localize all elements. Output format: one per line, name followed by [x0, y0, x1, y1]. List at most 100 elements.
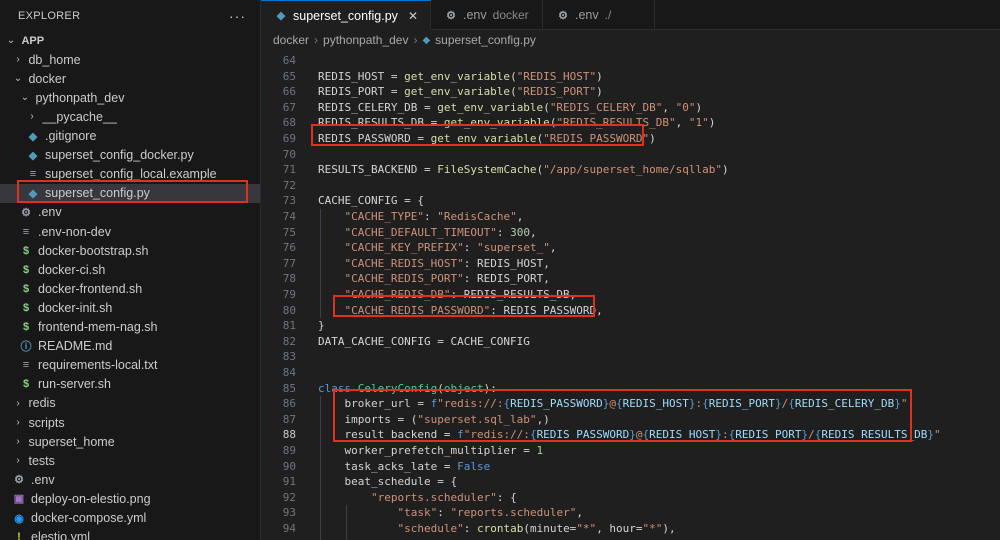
folder-item[interactable]: › redis — [0, 394, 260, 413]
code-text: "task": "reports.scheduler", — [397, 506, 583, 520]
code-line[interactable]: 78 "CACHE_REDIS_PORT": REDIS_PORT, — [261, 271, 1000, 287]
explorer-sidebar: EXPLORER ··· ⌄ APP › db_home ⌄ docker ⌄ pyt… — [0, 0, 261, 540]
code-line[interactable]: 70 — [261, 147, 1000, 163]
code-line[interactable]: 71 RESULTS_BACKEND = FileSystemCache("/ap… — [261, 162, 1000, 178]
line-number: 75 — [282, 225, 296, 239]
tab-superset-config[interactable]: ◆ superset_config.py ✕ — [261, 0, 431, 30]
code-line[interactable]: 77 "CACHE_REDIS_HOST": REDIS_HOST, — [261, 256, 1000, 272]
more-actions-icon[interactable]: ··· — [229, 8, 246, 24]
tree-item-label: frontend-mem-nag.sh — [38, 320, 158, 334]
file-item[interactable]: $ frontend-mem-nag.sh — [0, 318, 260, 337]
breadcrumb-item[interactable]: pythonpath_dev — [323, 33, 408, 47]
tab-description: docker — [492, 8, 529, 22]
folder-item[interactable]: ⌄ docker — [0, 69, 260, 88]
file-item[interactable]: ≡ .env-non-dev — [0, 222, 260, 241]
code-line[interactable]: 91 beat_schedule = { — [261, 474, 1000, 490]
file-item[interactable]: ! elestio.yml — [0, 528, 260, 540]
gear-icon: ⚙ — [558, 9, 568, 22]
code-text: REDIS_CELERY_DB = get_env_variable("REDI… — [318, 100, 703, 114]
tree-item-label: run-server.sh — [38, 377, 111, 392]
file-item[interactable]: ≡ requirements-local.txt — [0, 356, 260, 375]
file-item[interactable]: $ run-server.sh — [0, 375, 260, 394]
line-number: 87 — [282, 412, 296, 426]
folder-item[interactable]: › scripts — [0, 413, 260, 432]
code-line[interactable]: 76 "CACHE_KEY_PREFIX": "superset_", — [261, 240, 1000, 256]
tab-label: superset_config.py — [293, 8, 398, 23]
code-line[interactable]: 66 REDIS_PORT = get_env_variable("REDIS_P… — [261, 84, 1000, 100]
file-item[interactable]: ◆ .gitignore — [0, 127, 260, 146]
line-number: 70 — [282, 147, 296, 161]
line-number: 79 — [282, 288, 296, 301]
code-line[interactable]: 90 task_acks_late = False — [261, 459, 1000, 475]
code-line[interactable]: 95 }, — [261, 537, 1000, 540]
code-line[interactable]: 74 "CACHE_TYPE": "RedisCache", — [261, 209, 1000, 225]
code-text: DATA_CACHE_CONFIG = CACHE_CONFIG — [318, 334, 530, 348]
file-item[interactable]: ⚙ .env — [0, 203, 260, 222]
code-line[interactable]: 69 REDIS_PASSWORD = get_env_variable("RED… — [261, 131, 1000, 147]
code-line[interactable]: 85 class CeleryConfig(object): — [261, 381, 1000, 397]
code-text: }, — [318, 537, 384, 540]
file-item[interactable]: ◆ superset_config_docker.py — [0, 146, 260, 165]
code-line[interactable]: 65 REDIS_HOST = get_env_variable("REDIS_H… — [261, 69, 1000, 85]
tab-env-docker[interactable]: ⚙ .env docker — [431, 0, 543, 30]
file-item[interactable]: ◉ docker-compose.yml — [0, 509, 260, 528]
code-line[interactable]: 94 "schedule": crontab(minute="*", hour=… — [261, 521, 1000, 537]
code-text: "CACHE_REDIS_HOST": REDIS_HOST, — [344, 256, 550, 270]
code-line[interactable]: 84 — [261, 365, 1000, 381]
file-item[interactable]: $ docker-init.sh — [0, 298, 260, 317]
code-line[interactable]: 64 — [261, 53, 1000, 69]
code-line[interactable]: 93 "task": "reports.scheduler", — [261, 505, 1000, 521]
shell-script-icon: $ — [22, 321, 30, 333]
code-text: REDIS_PASSWORD = get_env_variable("REDIS… — [318, 132, 656, 145]
folder-item[interactable]: › tests — [0, 451, 260, 470]
file-item[interactable]: ⓘ README.md — [0, 337, 260, 356]
code-line[interactable]: 89 worker_prefetch_multiplier = 1 — [261, 443, 1000, 459]
breadcrumb-item[interactable]: superset_config.py — [435, 33, 536, 47]
code-line[interactable]: 87 imports = ("superset.sql_lab",) — [261, 412, 1000, 428]
code-line[interactable]: 67 REDIS_CELERY_DB = get_env_variable("RE… — [261, 100, 1000, 116]
code-line[interactable]: 88 result_backend = f"redis://:{REDIS_PA… — [261, 427, 1000, 443]
file-item[interactable]: $ docker-frontend.sh — [0, 279, 260, 298]
folder-item[interactable]: › __pycache__ — [0, 107, 260, 126]
code-text: REDIS_RESULTS_DB = get_env_variable("RED… — [318, 116, 716, 130]
tree-item-label: .env — [31, 472, 55, 487]
line-number: 78 — [282, 272, 296, 286]
folder-item[interactable]: › db_home — [0, 50, 260, 69]
code-line[interactable]: 73 CACHE_CONFIG = { — [261, 193, 1000, 209]
file-item[interactable]: ⚙ .env — [0, 470, 260, 489]
code-line[interactable]: 75 "CACHE_DEFAULT_TIMEOUT": 300, — [261, 225, 1000, 241]
tree-item-label: db_home — [28, 52, 81, 67]
python-file-icon: ◆ — [28, 130, 38, 143]
close-icon[interactable]: ✕ — [408, 9, 418, 23]
line-number: 66 — [282, 85, 296, 99]
chevron-right-icon: › — [413, 33, 418, 47]
code-line[interactable]: 82 DATA_CACHE_CONFIG = CACHE_CONFIG — [261, 334, 1000, 350]
python-file-icon: ◆ — [276, 10, 286, 22]
folder-item[interactable]: › superset_home — [0, 432, 260, 451]
code-line[interactable]: 80 "CACHE_REDIS_PASSWORD": REDIS_PASSWOR… — [261, 303, 1000, 319]
tree-item-label: .env — [38, 205, 62, 220]
folder-item[interactable]: ⌄ pythonpath_dev — [0, 88, 260, 107]
tree-item-label: docker-compose.yml — [31, 511, 147, 525]
code-line[interactable]: 92 "reports.scheduler": { — [261, 490, 1000, 506]
file-item[interactable]: ▣ deploy-on-elestio.png — [0, 489, 260, 508]
file-item[interactable]: ≡ superset_config_local.example — [0, 165, 260, 184]
line-number: 65 — [282, 69, 296, 83]
breadcrumb-item[interactable]: docker — [273, 33, 309, 47]
code-line[interactable]: 86 broker_url = f"redis://:{REDIS_PASSWO… — [261, 396, 1000, 412]
file-item[interactable]: ◆ superset_config.py — [0, 183, 260, 203]
code-line[interactable]: 81} — [261, 318, 1000, 334]
tab-env-root[interactable]: ⚙ .env ./ — [543, 0, 655, 30]
folder-item[interactable]: ⌄ APP — [0, 31, 260, 50]
code-line[interactable]: 72 — [261, 178, 1000, 194]
shell-script-icon: $ — [22, 282, 30, 295]
line-number: 74 — [282, 210, 296, 223]
file-item[interactable]: $ docker-ci.sh — [0, 260, 260, 279]
file-item[interactable]: $ docker-bootstrap.sh — [0, 241, 260, 260]
code-line[interactable]: 79 "CACHE_REDIS_DB": REDIS_RESULTS_DB, — [261, 287, 1000, 303]
code-line[interactable]: 83 — [261, 349, 1000, 365]
image-file-icon: ▣ — [13, 493, 25, 506]
code-line[interactable]: 68 REDIS_RESULTS_DB = get_env_variable("R… — [261, 115, 1000, 131]
code-text: "CACHE_DEFAULT_TIMEOUT": 300, — [344, 225, 537, 239]
tree-item-label: docker-ci.sh — [38, 262, 106, 277]
